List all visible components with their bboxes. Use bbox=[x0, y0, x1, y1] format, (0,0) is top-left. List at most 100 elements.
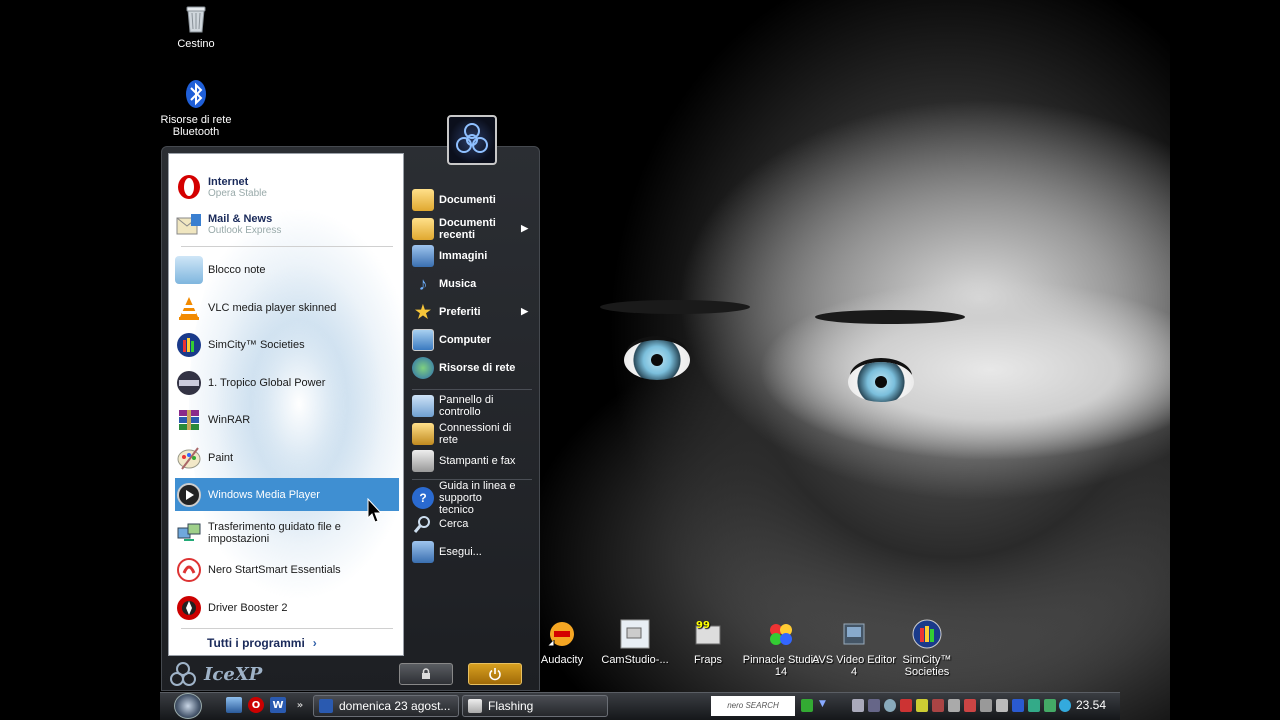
tray-app-icon[interactable] bbox=[916, 699, 928, 712]
media-player-icon bbox=[175, 481, 203, 509]
menu-cerca[interactable]: Cerca bbox=[412, 513, 534, 535]
menu-label: Immagini bbox=[439, 250, 488, 262]
menu-connessioni-di-rete[interactable]: Connessioni di rete bbox=[412, 421, 534, 447]
menu-label: Musica bbox=[439, 278, 477, 290]
taskbar-clock[interactable]: 23.54 bbox=[1076, 698, 1106, 712]
fraps-icon: 99 bbox=[692, 618, 724, 650]
opera-quicklaunch-icon[interactable]: O bbox=[248, 697, 264, 713]
program-vlc[interactable]: VLC media player skinned bbox=[175, 291, 399, 324]
menu-risorse-di-rete[interactable]: Risorse di rete bbox=[412, 357, 534, 379]
program-simcity[interactable]: SimCity™ Societies bbox=[175, 328, 399, 361]
program-label: SimCity™ Societies bbox=[208, 338, 305, 351]
wallpaper-brow-right bbox=[815, 310, 965, 324]
program-label: Driver Booster 2 bbox=[208, 601, 288, 614]
network-icon bbox=[412, 357, 434, 379]
wallpaper-eye-left bbox=[624, 340, 690, 380]
usb-icon[interactable] bbox=[996, 699, 1008, 712]
camstudio-icon bbox=[619, 618, 651, 650]
task-label: Flashing bbox=[488, 699, 534, 713]
program-label: Blocco note bbox=[208, 263, 266, 276]
outlook-icon bbox=[175, 210, 203, 238]
menu-label: Cerca bbox=[439, 518, 469, 530]
quicklaunch-expand-icon[interactable]: » bbox=[292, 697, 308, 713]
music-icon: ♪ bbox=[418, 273, 428, 294]
menu-musica[interactable]: ♪ Musica bbox=[412, 273, 534, 295]
menu-guida-in-linea[interactable]: ? Guida in linea e supporto tecnico bbox=[412, 480, 534, 516]
mouse-cursor-icon bbox=[367, 498, 383, 523]
show-desktop-icon[interactable] bbox=[226, 697, 242, 713]
biohazard-small-icon bbox=[170, 662, 196, 686]
menu-label: Documenti recenti bbox=[439, 217, 496, 241]
desktop-icon-label: Cestino bbox=[177, 38, 215, 50]
tray-app-icon[interactable] bbox=[884, 699, 896, 712]
volume-icon[interactable] bbox=[948, 699, 960, 712]
tray-dropdown-icon[interactable]: ▼ bbox=[819, 699, 831, 712]
notepad-icon bbox=[175, 255, 203, 284]
tray-app-icon[interactable] bbox=[964, 699, 976, 712]
winrar-icon bbox=[175, 406, 203, 434]
power-button[interactable] bbox=[468, 663, 522, 685]
network-tray-icon[interactable] bbox=[1044, 699, 1056, 712]
all-programs-button[interactable]: Tutti i programmi › bbox=[207, 636, 317, 650]
menu-computer[interactable]: Computer bbox=[412, 329, 534, 351]
bluetooth-icon bbox=[180, 78, 212, 110]
program-label: Windows Media Player bbox=[208, 488, 320, 501]
start-button[interactable] bbox=[174, 693, 202, 719]
program-paint[interactable]: Paint bbox=[175, 441, 399, 474]
menu-documenti-recenti[interactable]: Documenti recenti ▶ bbox=[412, 216, 534, 242]
computer-icon bbox=[412, 329, 434, 351]
bluetooth-tray-icon[interactable] bbox=[1012, 699, 1024, 712]
lock-button[interactable] bbox=[399, 663, 453, 685]
task-button-flashing[interactable]: Flashing bbox=[462, 695, 608, 717]
task-button-word-document[interactable]: domenica 23 agost... bbox=[313, 695, 459, 717]
audacity-icon bbox=[546, 618, 578, 650]
pinned-title: Mail & News bbox=[208, 212, 273, 225]
tray-app-icon[interactable] bbox=[868, 699, 880, 712]
power-icon bbox=[489, 668, 501, 681]
tray-app-icon[interactable] bbox=[852, 699, 864, 712]
pinned-item-mail[interactable]: Mail & News Outlook Express bbox=[175, 207, 399, 241]
tray-app-icon[interactable] bbox=[1028, 699, 1040, 712]
tray-app-icon[interactable] bbox=[932, 699, 944, 712]
submenu-arrow-icon: ▶ bbox=[521, 306, 528, 316]
desktop-shortcut-simcity[interactable]: SimCity™ Societies bbox=[882, 618, 972, 678]
program-transfer-wizard[interactable]: Trasferimento guidato file e impostazion… bbox=[175, 516, 399, 549]
menu-separator bbox=[181, 628, 393, 629]
desktop-icon-recycle-bin[interactable]: Cestino bbox=[151, 2, 241, 50]
printers-icon bbox=[412, 450, 434, 472]
program-nero[interactable]: Nero StartSmart Essentials bbox=[175, 553, 399, 586]
program-label: VLC media player skinned bbox=[208, 301, 337, 314]
menu-esegui[interactable]: Esegui... bbox=[412, 541, 534, 563]
user-picture[interactable] bbox=[447, 115, 497, 165]
menu-pannello-di-controllo[interactable]: Pannello di controllo bbox=[412, 393, 534, 419]
program-blocco-note[interactable]: Blocco note bbox=[175, 253, 399, 286]
recycle-bin-icon bbox=[180, 2, 212, 34]
favorites-icon: ★ bbox=[414, 301, 432, 322]
pinnacle-icon bbox=[765, 618, 797, 650]
program-label: 1. Tropico Global Power bbox=[208, 376, 326, 389]
program-winrar[interactable]: WinRAR bbox=[175, 403, 399, 436]
menu-label: Esegui... bbox=[439, 546, 482, 558]
task-label: domenica 23 agost... bbox=[339, 699, 451, 713]
program-windows-media-player[interactable]: Windows Media Player bbox=[175, 478, 399, 511]
pinned-item-internet[interactable]: Internet Opera Stable bbox=[175, 170, 399, 204]
shortcut-label: SimCity™ Societies bbox=[902, 654, 952, 678]
wallpaper-brow-left bbox=[600, 300, 750, 314]
pinned-subtitle: Outlook Express bbox=[208, 224, 282, 236]
word-quicklaunch-icon[interactable]: W bbox=[270, 697, 286, 713]
program-driver-booster[interactable]: Driver Booster 2 bbox=[175, 591, 399, 624]
desktop-icon-bluetooth[interactable]: Risorse di rete Bluetooth bbox=[151, 78, 241, 138]
tray-app-icon[interactable] bbox=[900, 699, 912, 712]
nero-search-box[interactable]: nero SEARCH bbox=[711, 696, 795, 716]
menu-preferiti[interactable]: ★ Preferiti ▶ bbox=[412, 301, 534, 323]
tray-app-icon[interactable] bbox=[980, 699, 992, 712]
menu-stampanti-e-fax[interactable]: Stampanti e fax bbox=[412, 450, 534, 472]
menu-immagini[interactable]: Immagini bbox=[412, 245, 534, 267]
tray-app-icon[interactable] bbox=[1059, 699, 1071, 712]
submenu-arrow-icon: ▶ bbox=[521, 223, 528, 233]
menu-documenti[interactable]: Documenti bbox=[412, 189, 534, 211]
menu-separator bbox=[412, 389, 532, 390]
green-arrow-icon[interactable] bbox=[801, 699, 813, 712]
help-icon: ? bbox=[412, 487, 434, 509]
program-tropico[interactable]: 1. Tropico Global Power bbox=[175, 366, 399, 399]
